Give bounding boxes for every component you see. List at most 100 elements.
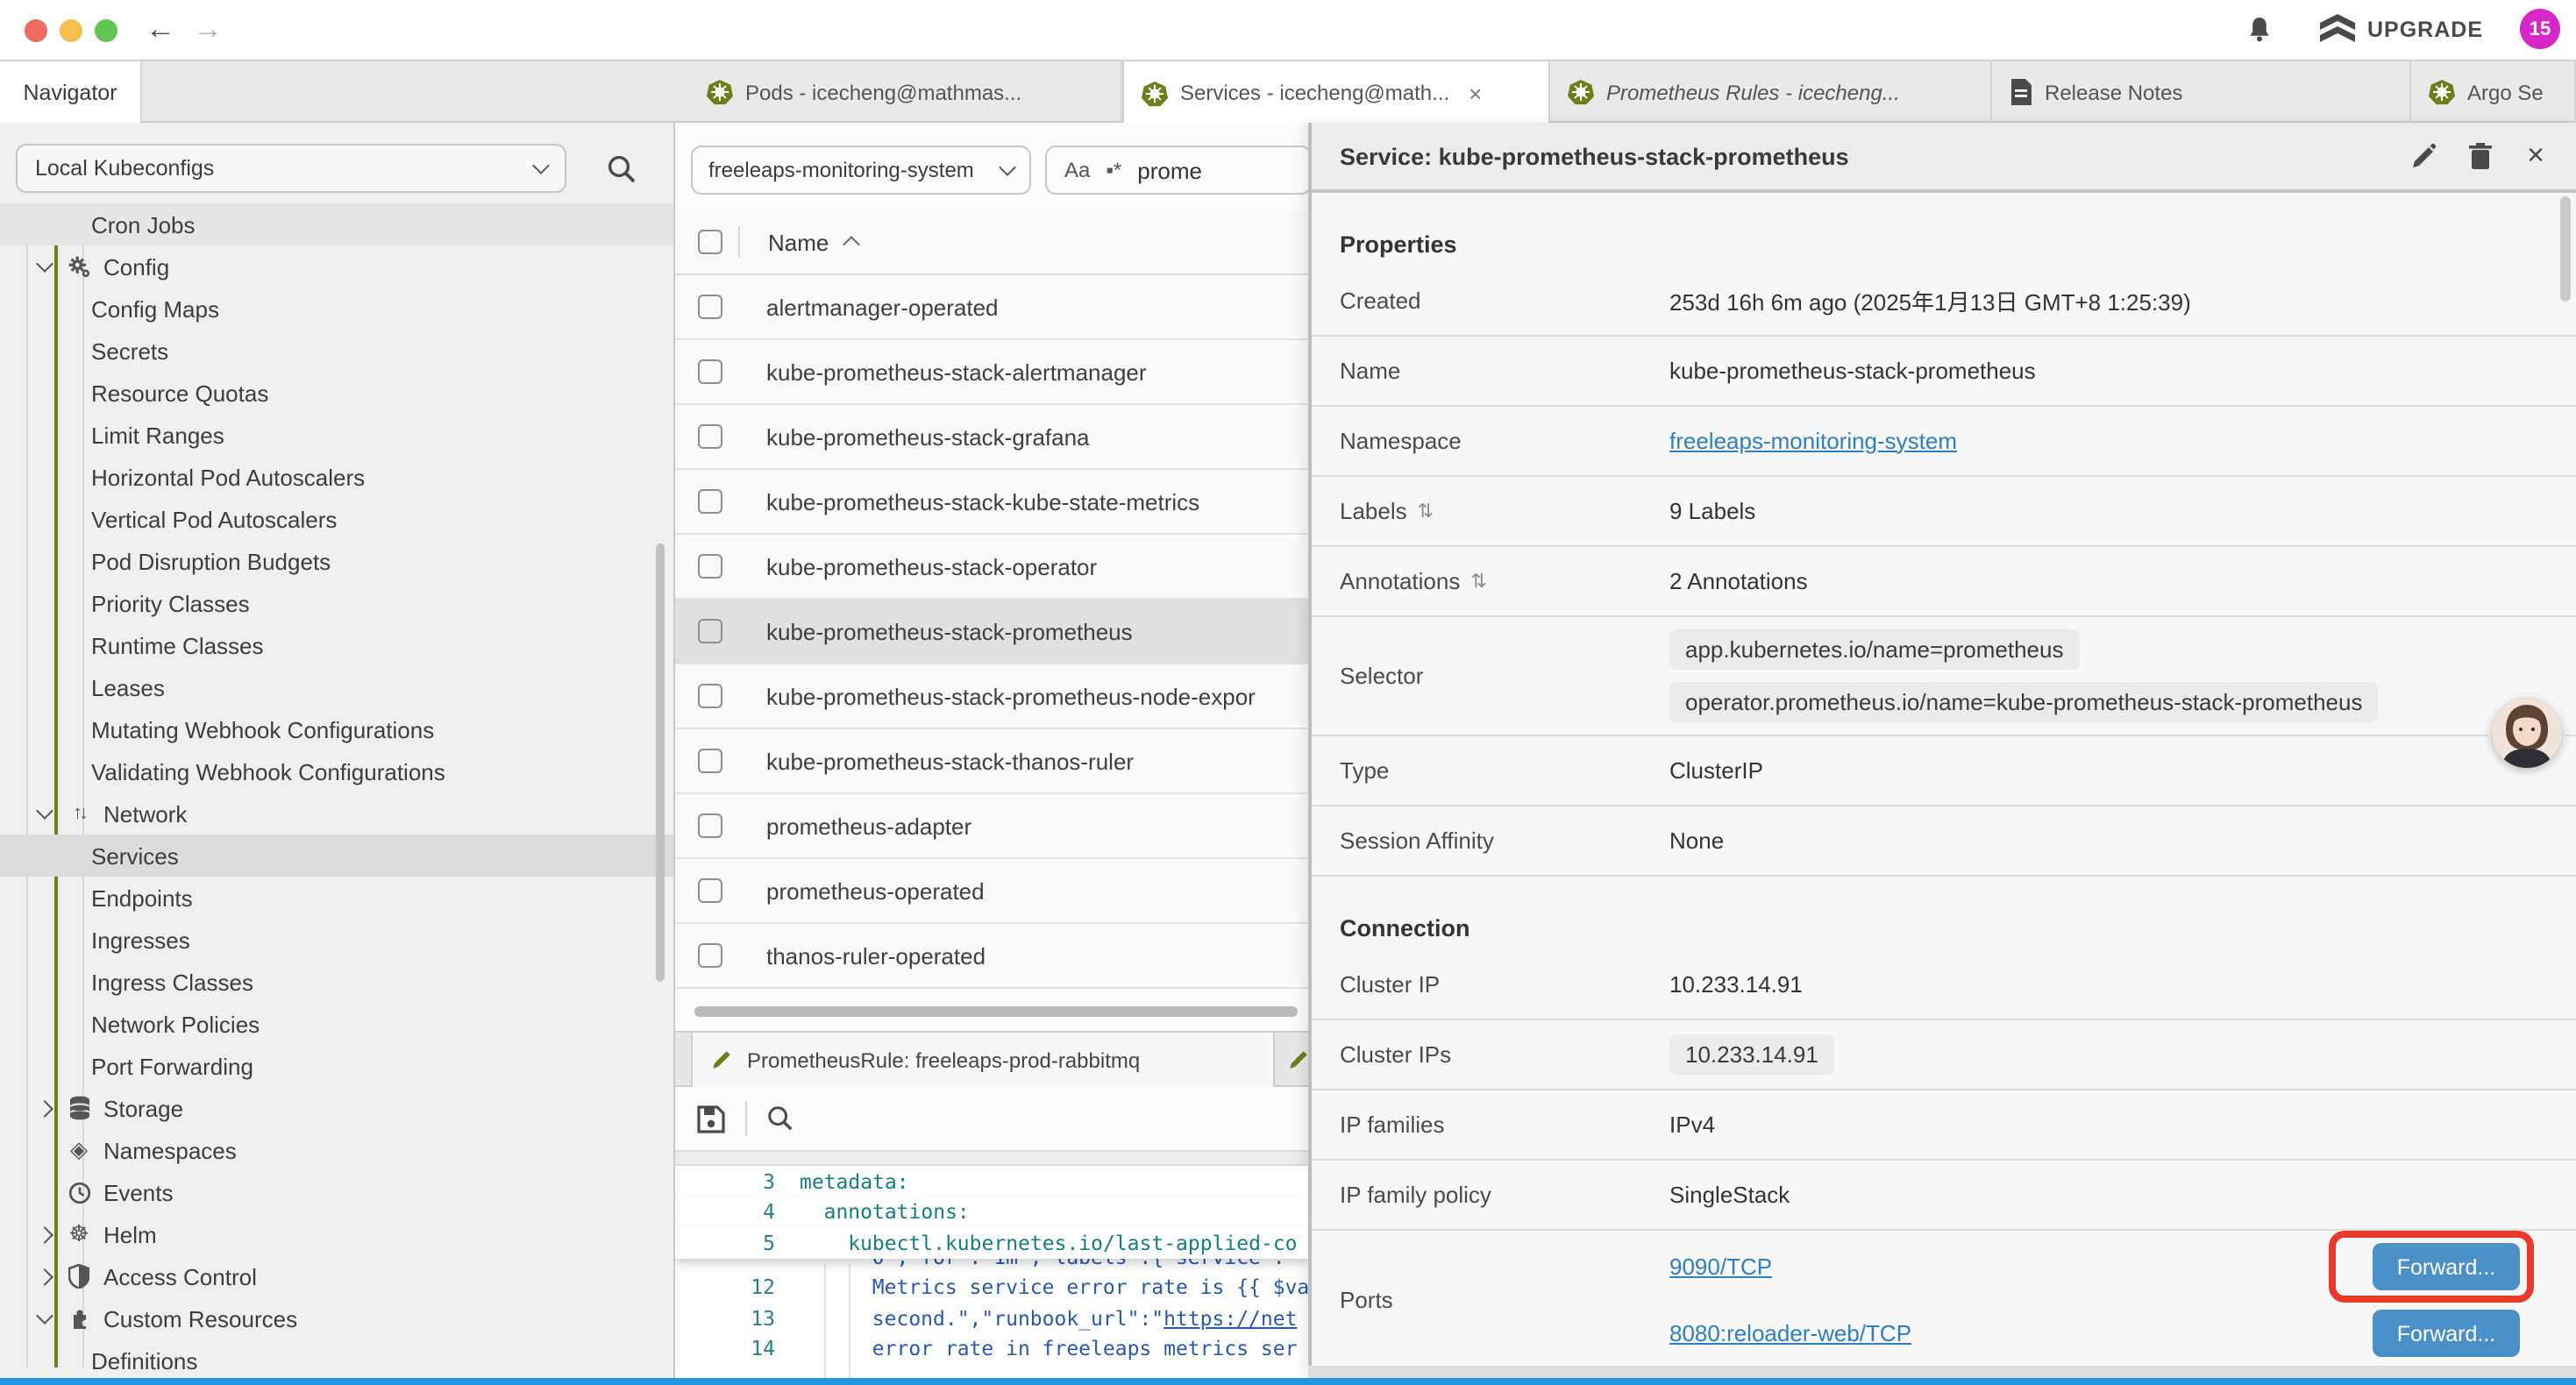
sidebar-item-access-control[interactable]: Access Control <box>0 1255 675 1297</box>
tab-release-notes[interactable]: Release Notes <box>1992 61 2411 123</box>
sidebar-item-horizontal-pod-autoscalers[interactable]: Horizontal Pod Autoscalers <box>0 456 675 498</box>
sidebar-item-validating-webhook-configurations[interactable]: Validating Webhook Configurations <box>0 750 675 792</box>
table-row-kube-prometheus-stack-kube-state-metrics[interactable]: kube-prometheus-stack-kube-state-metrics <box>675 470 1308 535</box>
traffic-light-close-icon[interactable] <box>25 19 47 42</box>
service-name: kube-prometheus-stack-thanos-ruler <box>766 748 1134 774</box>
sidebar-item-network[interactable]: ↑↓Network <box>0 792 675 835</box>
editor-tab-prometheusrule[interactable]: PrometheusRule: freeleaps-prod-rabbitmq <box>691 1033 1275 1087</box>
sidebar-item-pod-disruption-budgets[interactable]: Pod Disruption Budgets <box>0 540 675 582</box>
table-row-kube-prometheus-stack-prometheus-node-expor[interactable]: kube-prometheus-stack-prometheus-node-ex… <box>675 664 1308 729</box>
tab-pods-icecheng-mathmas[interactable]: Pods - icecheng@mathmas... <box>689 61 1122 123</box>
sort-asc-icon[interactable] <box>842 236 859 253</box>
sidebar-item-runtime-classes[interactable]: Runtime Classes <box>0 624 675 666</box>
search-icon[interactable] <box>607 154 637 184</box>
line-code: error rate in freeleaps metrics ser <box>800 1337 1297 1361</box>
sort-toggle-icon[interactable]: ⇅ <box>1470 570 1486 593</box>
row-checkbox[interactable] <box>698 813 722 838</box>
sidebar-item-secrets[interactable]: Secrets <box>0 330 675 372</box>
select-all-checkbox[interactable] <box>698 230 722 254</box>
row-checkbox[interactable] <box>698 489 722 514</box>
edit-pencil-icon[interactable] <box>2401 133 2446 179</box>
traffic-light-zoom-icon[interactable] <box>95 19 117 42</box>
property-value-wrap: 10.233.14.91 <box>1669 1034 2576 1075</box>
sidebar-item-limit-ranges[interactable]: Limit Ranges <box>0 414 675 456</box>
sidebar-scrollbar[interactable] <box>656 543 665 982</box>
bell-icon[interactable] <box>2246 16 2273 44</box>
upgrade-label[interactable]: UPGRADE <box>2367 18 2483 42</box>
table-row-prometheus-adapter[interactable]: prometheus-adapter <box>675 794 1308 859</box>
sidebar-item-resource-quotas[interactable]: Resource Quotas <box>0 372 675 414</box>
sidebar-item-events[interactable]: Events <box>0 1171 675 1213</box>
sort-toggle-icon[interactable]: ⇅ <box>1418 500 1434 522</box>
sidebar-item-vertical-pod-autoscalers[interactable]: Vertical Pod Autoscalers <box>0 498 675 540</box>
row-checkbox[interactable] <box>698 943 722 968</box>
yaml-editor[interactable]: 3metadata:4annotations:5kubectl.kubernet… <box>675 1166 1308 1378</box>
close-icon[interactable]: × <box>2513 133 2558 179</box>
table-row-kube-prometheus-stack-grafana[interactable]: kube-prometheus-stack-grafana <box>675 405 1308 470</box>
row-checkbox[interactable] <box>698 554 722 579</box>
table-row-kube-prometheus-stack-operator[interactable]: kube-prometheus-stack-operator <box>675 535 1308 600</box>
sidebar-item-storage[interactable]: Storage <box>0 1087 675 1129</box>
row-checkbox[interactable] <box>698 749 722 773</box>
tab-prometheus-rules-icecheng[interactable]: Prometheus Rules - icecheng... <box>1550 61 1992 123</box>
table-row-prometheus-operated[interactable]: prometheus-operated <box>675 859 1308 924</box>
editor-tab-partial[interactable] <box>1277 1033 1308 1087</box>
table-row-kube-prometheus-stack-alertmanager[interactable]: kube-prometheus-stack-alertmanager <box>675 340 1308 405</box>
row-checkbox[interactable] <box>698 424 722 449</box>
editor-search-icon[interactable] <box>766 1104 794 1133</box>
sidebar-item-config[interactable]: Config <box>0 245 675 288</box>
detail-hscrollbar[interactable] <box>1308 1366 2576 1378</box>
forward-button[interactable]: Forward... <box>2373 1243 2520 1290</box>
sidebar-item-custom-resources[interactable]: Custom Resources <box>0 1297 675 1339</box>
table-row-thanos-ruler-operated[interactable]: thanos-ruler-operated <box>675 924 1308 989</box>
sidebar-item-helm[interactable]: ☸Helm <box>0 1213 675 1255</box>
port-link[interactable]: 8080:reloader-web/TCP <box>1669 1320 1911 1346</box>
namespace-select[interactable]: freeleaps-monitoring-system <box>691 146 1031 195</box>
tab-argo-se[interactable]: Argo Se <box>2411 61 2576 123</box>
notification-badge[interactable]: 15 <box>2520 9 2560 49</box>
sidebar-item-services[interactable]: Services <box>0 835 675 877</box>
sidebar-item-namespaces[interactable]: ◈Namespaces <box>0 1129 675 1171</box>
table-row-kube-prometheus-stack-thanos-ruler[interactable]: kube-prometheus-stack-thanos-ruler <box>675 729 1308 794</box>
save-icon[interactable] <box>696 1104 726 1133</box>
close-icon[interactable]: × <box>1469 80 1482 106</box>
regex-toggle[interactable]: ▪* <box>1106 158 1121 182</box>
table-row-alertmanager-operated[interactable]: alertmanager-operated <box>675 275 1308 340</box>
sidebar-item-endpoints[interactable]: Endpoints <box>0 877 675 919</box>
property-value-wrap: freeleaps-monitoring-system <box>1669 425 2576 457</box>
row-checkbox[interactable] <box>698 295 722 319</box>
sidebar-item-ingress-classes[interactable]: Ingress Classes <box>0 961 675 1003</box>
row-checkbox[interactable] <box>698 684 722 708</box>
forward-icon[interactable]: → <box>193 0 223 60</box>
sidebar-item-config-maps[interactable]: Config Maps <box>0 288 675 330</box>
sidebar-item-definitions[interactable]: Definitions <box>0 1339 675 1378</box>
column-name[interactable]: Name <box>768 229 829 255</box>
sidebar-item-priority-classes[interactable]: Priority Classes <box>0 582 675 624</box>
sidebar-item-network-policies[interactable]: Network Policies <box>0 1003 675 1045</box>
traffic-light-minimize-icon[interactable] <box>60 19 82 42</box>
tab-navigator[interactable]: Navigator <box>0 61 142 124</box>
detail-vscrollbar[interactable] <box>2560 196 2571 302</box>
upgrade-icon[interactable] <box>2320 14 2355 46</box>
tab-services-icecheng-math[interactable]: Services - icecheng@math...× <box>1122 61 1550 124</box>
property-link[interactable]: freeleaps-monitoring-system <box>1669 427 1957 453</box>
back-icon[interactable]: ← <box>146 0 175 60</box>
row-checkbox[interactable] <box>698 619 722 643</box>
delete-trash-icon[interactable] <box>2457 133 2502 179</box>
sidebar-item-mutating-webhook-configurations[interactable]: Mutating Webhook Configurations <box>0 708 675 750</box>
property-label: Name <box>1312 358 1669 384</box>
kubeconfig-select[interactable]: Local Kubeconfigs <box>16 144 566 193</box>
sidebar-item-cron-jobs[interactable]: Cron Jobs <box>0 203 675 245</box>
table-row-kube-prometheus-stack-prometheus[interactable]: kube-prometheus-stack-prometheus <box>675 600 1308 664</box>
user-avatar[interactable] <box>2492 698 2562 768</box>
row-checkbox[interactable] <box>698 878 722 903</box>
port-link[interactable]: 9090/TCP <box>1669 1254 1772 1280</box>
sidebar-item-leases[interactable]: Leases <box>0 666 675 708</box>
row-checkbox[interactable] <box>698 359 722 384</box>
sidebar-item-ingresses[interactable]: Ingresses <box>0 919 675 961</box>
match-case-toggle[interactable]: Aa <box>1064 158 1090 182</box>
service-search-input[interactable]: Aa ▪* prome <box>1045 146 1308 195</box>
sidebar-item-port-forwarding[interactable]: Port Forwarding <box>0 1045 675 1087</box>
table-hscrollbar[interactable] <box>694 1006 1298 1017</box>
forward-button[interactable]: Forward... <box>2373 1310 2520 1357</box>
